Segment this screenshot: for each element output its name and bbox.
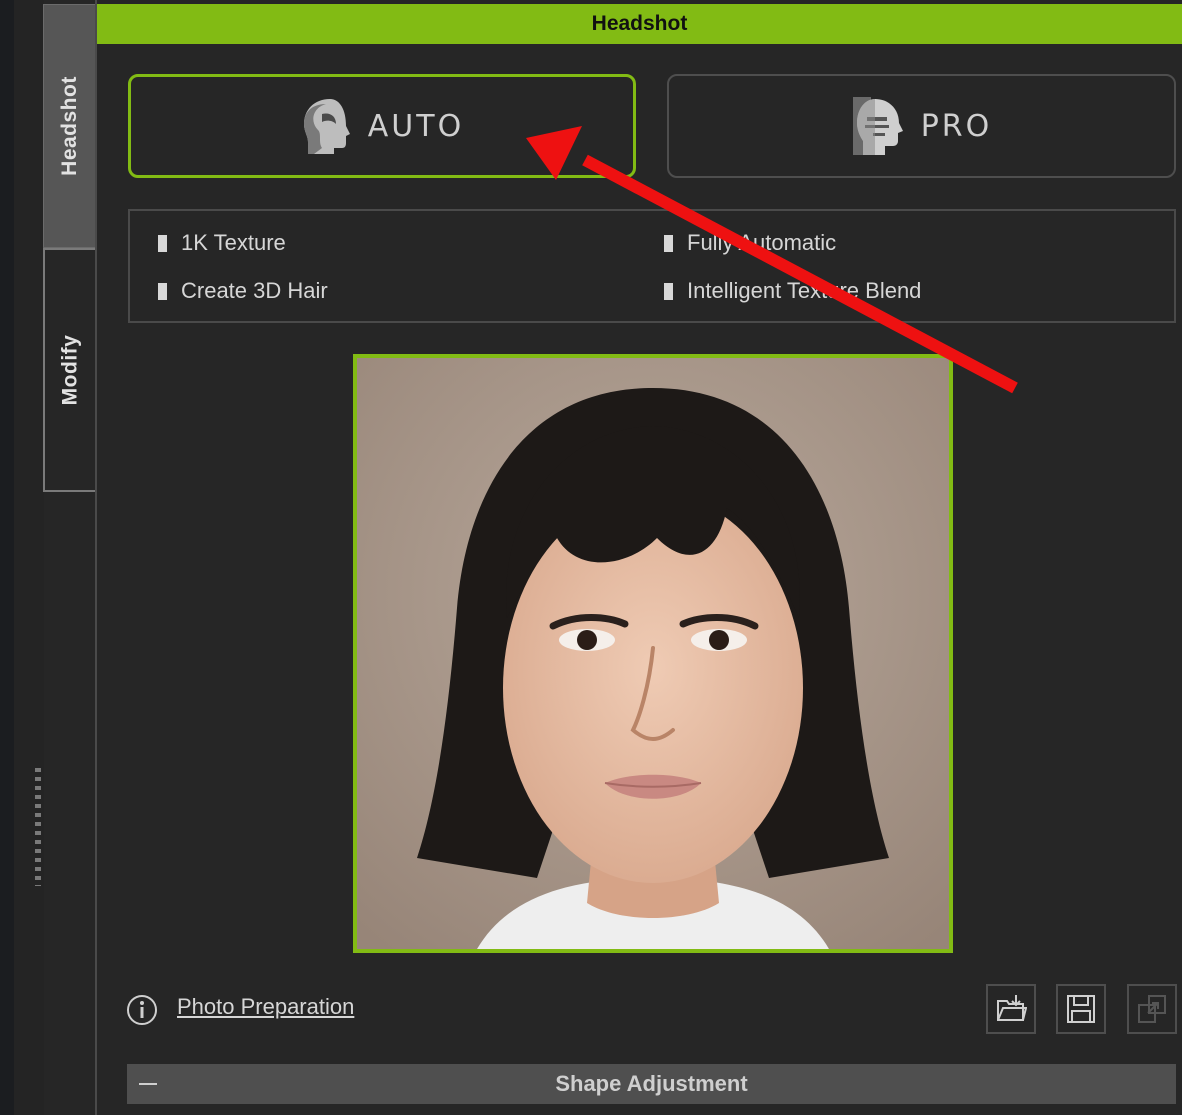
export-button[interactable] xyxy=(1127,984,1177,1034)
load-photo-icon xyxy=(997,995,1027,1021)
headshot-photo[interactable] xyxy=(353,354,953,953)
feature-label: 1K Texture xyxy=(181,230,286,255)
pro-head-icon xyxy=(852,97,903,155)
save-button[interactable] xyxy=(1056,984,1106,1034)
bullet-icon xyxy=(664,234,673,252)
section-title: Shape Adjustment xyxy=(555,1071,748,1096)
feature-item: 1K Texture xyxy=(158,230,286,256)
load-photo-button[interactable] xyxy=(986,984,1036,1034)
panel-title: Headshot xyxy=(591,12,688,35)
pro-mode-label: PRO xyxy=(920,108,993,144)
save-icon xyxy=(1067,995,1095,1023)
feature-item: Fully Automatic xyxy=(664,230,836,256)
shape-adjustment-section[interactable]: Shape Adjustment xyxy=(127,1064,1176,1104)
left-edge-strip xyxy=(0,0,14,1115)
tab-headshot-label: Headshot xyxy=(57,76,81,176)
panel-header: Headshot xyxy=(97,4,1182,44)
auto-head-icon xyxy=(303,99,350,154)
photo-preparation-link[interactable]: Photo Preparation xyxy=(177,994,354,1020)
bullet-icon xyxy=(664,282,673,300)
tab-headshot[interactable]: Headshot xyxy=(43,4,95,248)
feature-item: Create 3D Hair xyxy=(158,278,328,304)
tab-modify[interactable]: Modify xyxy=(43,248,95,492)
side-gutter xyxy=(14,0,44,1115)
feature-label: Create 3D Hair xyxy=(181,278,328,303)
feature-label: Intelligent Texture Blend xyxy=(687,278,922,303)
portrait-illustration xyxy=(357,358,949,949)
feature-item: Intelligent Texture Blend xyxy=(664,278,921,304)
bullet-icon xyxy=(158,234,167,252)
panel-divider xyxy=(95,0,97,1115)
tab-modify-label: Modify xyxy=(58,334,81,406)
feature-list: 1K Texture Fully Automatic Create 3D Hai… xyxy=(128,209,1176,323)
collapse-icon[interactable] xyxy=(139,1083,157,1085)
auto-mode-button[interactable]: AUTO xyxy=(128,74,636,178)
feature-label: Fully Automatic xyxy=(687,230,837,255)
auto-mode-label: AUTO xyxy=(367,108,465,144)
headshot-panel: Headshot Modify Headshot AUTO PRO 1K Tex… xyxy=(0,0,1182,1115)
export-icon xyxy=(1138,995,1166,1023)
pro-mode-button[interactable]: PRO xyxy=(667,74,1176,178)
info-icon[interactable] xyxy=(126,994,158,1026)
bullet-icon xyxy=(158,282,167,300)
resize-handle[interactable] xyxy=(35,768,41,886)
